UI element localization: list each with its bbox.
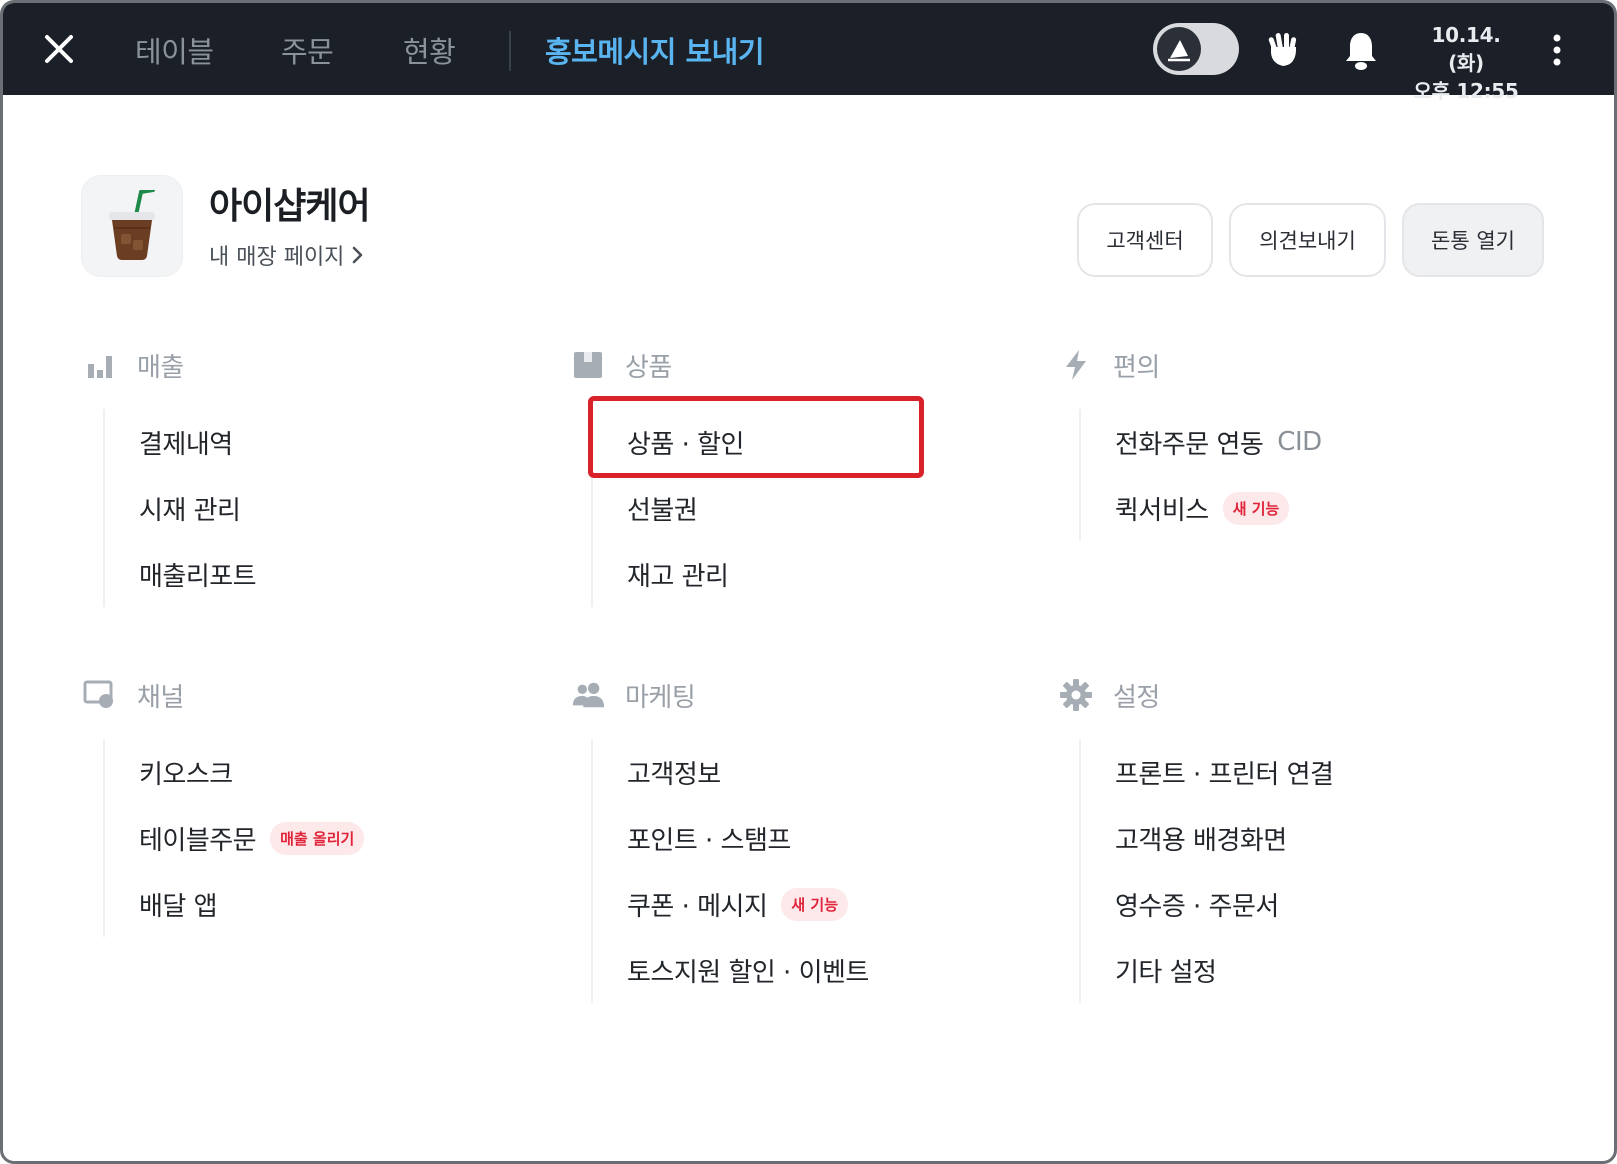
menu-item-label: 영수증 · 주문서: [1115, 891, 1279, 922]
top-navigation-bar: 테이블 주문 현황 홍보메시지 보내기 10.14. (화) 오후 12:55: [3, 3, 1614, 103]
menu-item-label: 퀵서비스: [1115, 495, 1209, 526]
people-icon: [571, 678, 605, 712]
date-time-display: 10.14. (화) 오후 12:55: [1411, 21, 1521, 105]
menu-item-delivery-app[interactable]: 배달 앱: [139, 871, 523, 937]
tab-table[interactable]: 테이블: [135, 29, 214, 71]
menu-item-label: 시재 관리: [139, 495, 241, 526]
menu-item-toss-discount-events[interactable]: 토스지원 할인 · 이벤트: [627, 937, 1011, 1003]
gear-icon: [1059, 678, 1093, 712]
section-convenience: 편의 전화주문 연동 CID 퀵서비스 새 기능: [1059, 345, 1499, 541]
section-title-products: 상품: [625, 352, 672, 383]
pen-icon: [1168, 40, 1190, 62]
menu-item-sales-report[interactable]: 매출리포트: [139, 541, 523, 607]
chevron-right-icon: [353, 246, 363, 264]
menu-item-customer-info[interactable]: 고객정보: [627, 739, 1011, 805]
section-settings: 설정 프론트 · 프린터 연결 고객용 배경화면 영수증 · 주문서 기타 설정: [1059, 675, 1499, 1003]
section-title-sales: 매출: [137, 352, 184, 383]
menu-item-label: 테이블주문: [139, 825, 257, 856]
new-feature-badge: 새 기능: [781, 887, 849, 921]
menu-item-products-discounts[interactable]: 상품 · 할인: [627, 409, 1011, 475]
menu-item-label: 결제내역: [139, 429, 233, 460]
menu-item-receipt-order-slip[interactable]: 영수증 · 주문서: [1115, 871, 1499, 937]
tab-status[interactable]: 현황: [403, 29, 456, 71]
tab-send-promo-message[interactable]: 홍보메시지 보내기: [545, 29, 765, 71]
iced-coffee-icon: [109, 190, 155, 260]
section-products: 상품 상품 · 할인 선불권 재고 관리: [571, 345, 1011, 607]
section-title-channel: 채널: [137, 682, 184, 713]
menu-item-cash-management[interactable]: 시재 관리: [139, 475, 523, 541]
menu-item-prepaid-tickets[interactable]: 선불권: [627, 475, 1011, 541]
store-logo: [81, 175, 183, 277]
time-text: 오후 12:55: [1413, 79, 1519, 103]
bell-icon[interactable]: [1341, 29, 1381, 71]
menu-item-label: 고객용 배경화면: [1115, 825, 1287, 856]
menu-item-label: 배달 앱: [139, 891, 218, 922]
menu-item-label: 고객정보: [627, 759, 721, 790]
menu-item-table-order[interactable]: 테이블주문 매출 올리기: [139, 805, 523, 871]
boost-sales-badge: 매출 올리기: [270, 821, 365, 855]
date-text: 10.14. (화): [1431, 23, 1501, 75]
hand-wave-icon[interactable]: [1261, 27, 1305, 71]
menu-item-label: 선불권: [627, 495, 698, 526]
menu-item-label: 재고 관리: [627, 561, 729, 592]
menu-item-customer-wallpaper[interactable]: 고객용 배경화면: [1115, 805, 1499, 871]
menu-item-label: 프론트 · 프린터 연결: [1115, 759, 1334, 790]
menu-item-coupons-messages[interactable]: 쿠폰 · 메시지 새 기능: [627, 871, 1011, 937]
kiosk-touch-icon: [83, 678, 117, 712]
tab-orders[interactable]: 주문: [281, 29, 334, 71]
menu-item-label: 매출리포트: [139, 561, 257, 592]
bar-chart-icon: [83, 348, 117, 382]
section-channel: 채널 키오스크 테이블주문 매출 올리기 배달 앱: [83, 675, 523, 937]
section-title-settings: 설정: [1113, 682, 1160, 713]
menu-item-points-stamps[interactable]: 포인트 · 스탬프: [627, 805, 1011, 871]
menu-item-phone-order-cid[interactable]: 전화주문 연동 CID: [1115, 409, 1499, 475]
cid-suffix: CID: [1277, 427, 1322, 457]
app-window: 테이블 주문 현황 홍보메시지 보내기 10.14. (화) 오후 12:55 …: [0, 0, 1617, 1164]
send-feedback-button[interactable]: 의견보내기: [1229, 203, 1386, 277]
customer-center-button[interactable]: 고객센터: [1077, 203, 1213, 277]
menu-item-label: 쿠폰 · 메시지: [627, 891, 768, 922]
open-cash-drawer-button[interactable]: 돈통 열기: [1402, 203, 1544, 277]
menu-item-label: 포인트 · 스탬프: [627, 825, 791, 856]
menu-item-payment-history[interactable]: 결제내역: [139, 409, 523, 475]
menu-item-label: 상품 · 할인: [627, 429, 744, 460]
more-vertical-icon[interactable]: [1549, 31, 1565, 69]
close-icon[interactable]: [39, 29, 79, 69]
section-marketing: 마케팅 고객정보 포인트 · 스탬프 쿠폰 · 메시지 새 기능 토스지원 할인…: [571, 675, 1011, 1003]
menu-item-other-settings[interactable]: 기타 설정: [1115, 937, 1499, 1003]
menu-item-label: 키오스크: [139, 759, 233, 790]
section-sales: 매출 결제내역 시재 관리 매출리포트: [83, 345, 523, 607]
nav-divider: [509, 31, 511, 71]
store-name: 아이샵케어: [209, 186, 371, 227]
menu-item-inventory-management[interactable]: 재고 관리: [627, 541, 1011, 607]
menu-item-kiosk[interactable]: 키오스크: [139, 739, 523, 805]
section-title-convenience: 편의: [1113, 352, 1160, 383]
toggle-knob: [1157, 27, 1201, 71]
new-feature-badge: 새 기능: [1222, 491, 1290, 525]
box-icon: [571, 348, 605, 382]
menu-item-front-printer-connection[interactable]: 프론트 · 프린터 연결: [1115, 739, 1499, 805]
section-title-marketing: 마케팅: [625, 682, 696, 713]
my-store-page-link[interactable]: 내 매장 페이지: [209, 239, 364, 271]
my-store-page-label: 내 매장 페이지: [209, 245, 345, 270]
lightning-icon: [1059, 348, 1093, 382]
menu-item-label: 토스지원 할인 · 이벤트: [627, 957, 869, 988]
menu-item-label: 기타 설정: [1115, 957, 1217, 988]
menu-item-quick-service[interactable]: 퀵서비스 새 기능: [1115, 475, 1499, 541]
mode-toggle[interactable]: [1153, 23, 1239, 75]
menu-item-label: 전화주문 연동: [1115, 429, 1264, 460]
